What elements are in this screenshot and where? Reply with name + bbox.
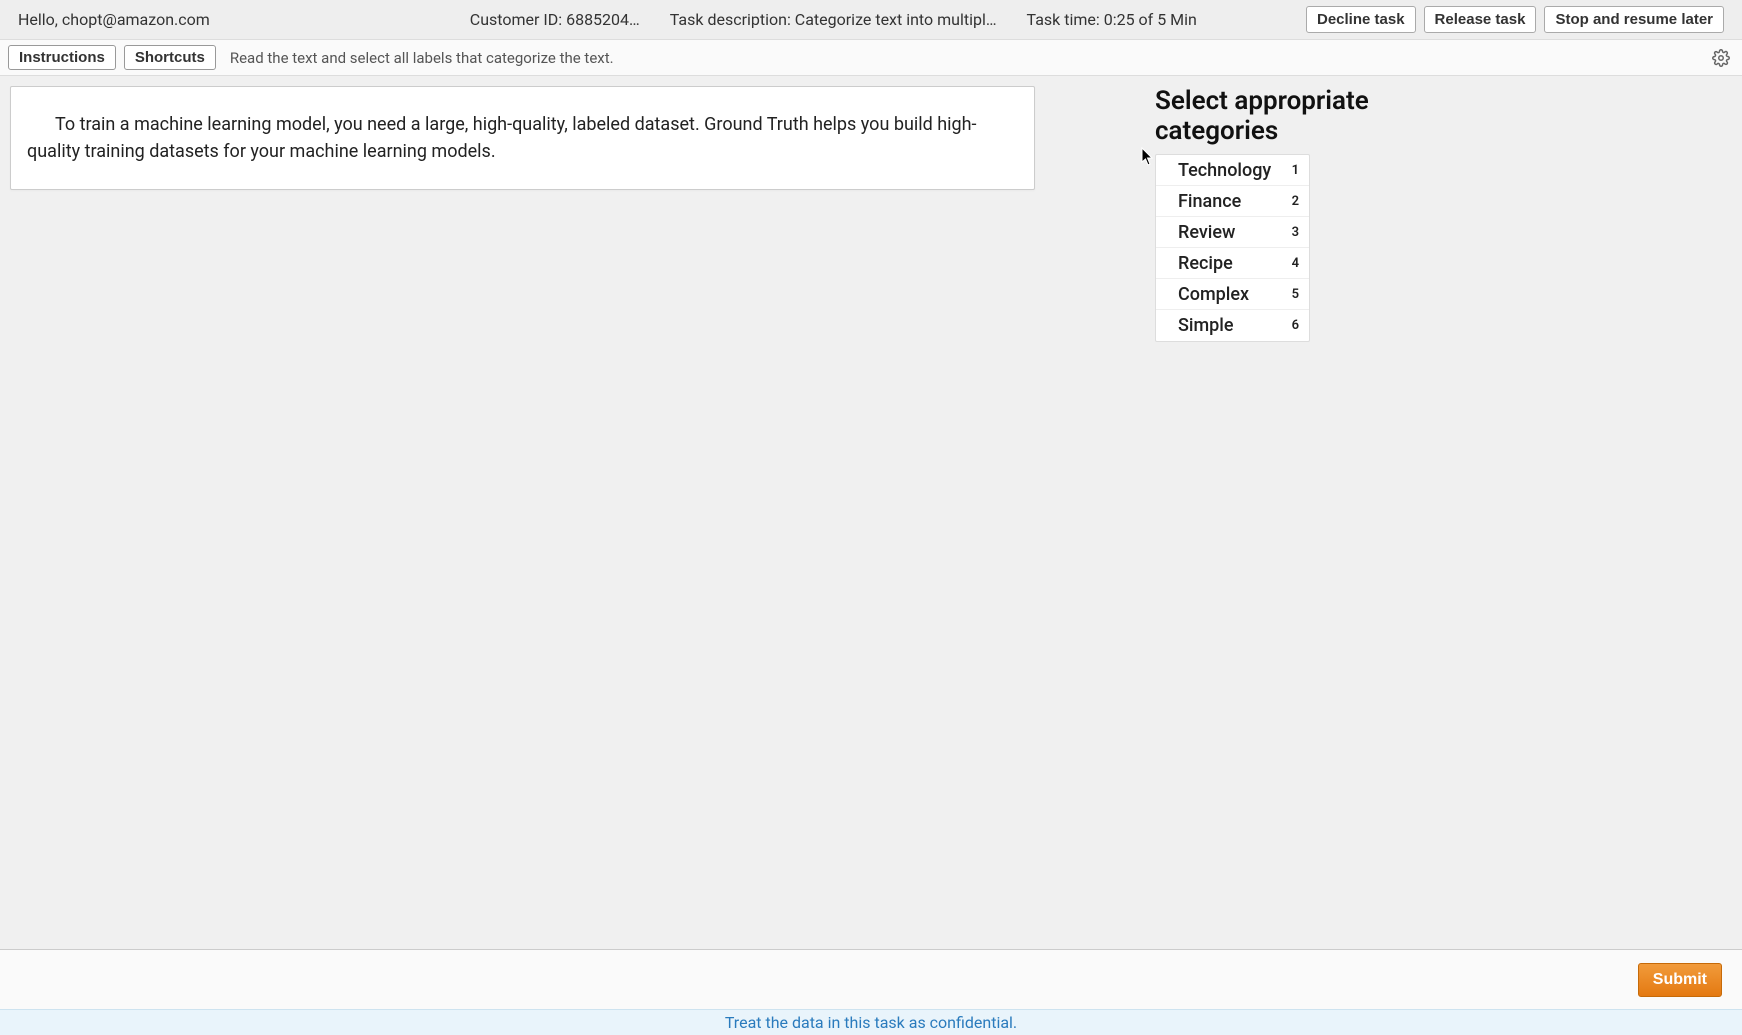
header-buttons: Decline task Release task Stop and resum… [1306, 6, 1724, 33]
confidential-text: Treat the data in this task as confident… [725, 1013, 1017, 1032]
category-shortcut: 4 [1292, 256, 1299, 271]
header-task-time: Task time: 0:25 of 5 Min [1027, 10, 1197, 29]
category-label: Finance [1178, 191, 1241, 212]
category-label: Simple [1178, 315, 1234, 336]
stop-resume-button[interactable]: Stop and resume later [1544, 6, 1724, 33]
category-item-complex[interactable]: Complex 5 [1156, 279, 1309, 310]
top-header: Hello, chopt@amazon.com Customer ID: 688… [0, 0, 1742, 40]
text-panel-container: To train a machine learning model, you n… [10, 86, 1035, 939]
category-label: Recipe [1178, 253, 1233, 274]
category-item-review[interactable]: Review 3 [1156, 217, 1309, 248]
header-task-description: Task description: Categorize text into m… [670, 10, 997, 29]
categories-list: Technology 1 Finance 2 Review 3 Recipe 4… [1155, 154, 1310, 342]
footer-bar: Submit [0, 949, 1742, 1009]
category-label: Complex [1178, 284, 1249, 305]
category-shortcut: 6 [1292, 318, 1299, 333]
confidential-bar: Treat the data in this task as confident… [0, 1009, 1742, 1035]
instructions-button[interactable]: Instructions [8, 45, 116, 70]
category-shortcut: 1 [1292, 163, 1299, 178]
gear-icon[interactable] [1712, 49, 1730, 67]
submit-button[interactable]: Submit [1638, 963, 1722, 997]
categories-title: Select appropriate categories [1155, 86, 1475, 146]
category-item-simple[interactable]: Simple 6 [1156, 310, 1309, 341]
toolbar-hint: Read the text and select all labels that… [230, 49, 614, 67]
task-text: To train a machine learning model, you n… [10, 86, 1035, 190]
shortcuts-button[interactable]: Shortcuts [124, 45, 216, 70]
category-item-finance[interactable]: Finance 2 [1156, 186, 1309, 217]
header-greeting: Hello, chopt@amazon.com [18, 10, 210, 29]
category-item-technology[interactable]: Technology 1 [1156, 155, 1309, 186]
category-label: Technology [1178, 160, 1271, 181]
category-shortcut: 3 [1292, 225, 1299, 240]
categories-panel: Select appropriate categories Technology… [1155, 86, 1475, 939]
header-customer-id: Customer ID: 6885204… [470, 10, 640, 29]
release-task-button[interactable]: Release task [1424, 6, 1537, 33]
category-item-recipe[interactable]: Recipe 4 [1156, 248, 1309, 279]
decline-task-button[interactable]: Decline task [1306, 6, 1416, 33]
category-shortcut: 5 [1292, 287, 1299, 302]
category-shortcut: 2 [1292, 194, 1299, 209]
category-label: Review [1178, 222, 1235, 243]
main-content: To train a machine learning model, you n… [0, 76, 1742, 949]
toolbar: Instructions Shortcuts Read the text and… [0, 40, 1742, 76]
